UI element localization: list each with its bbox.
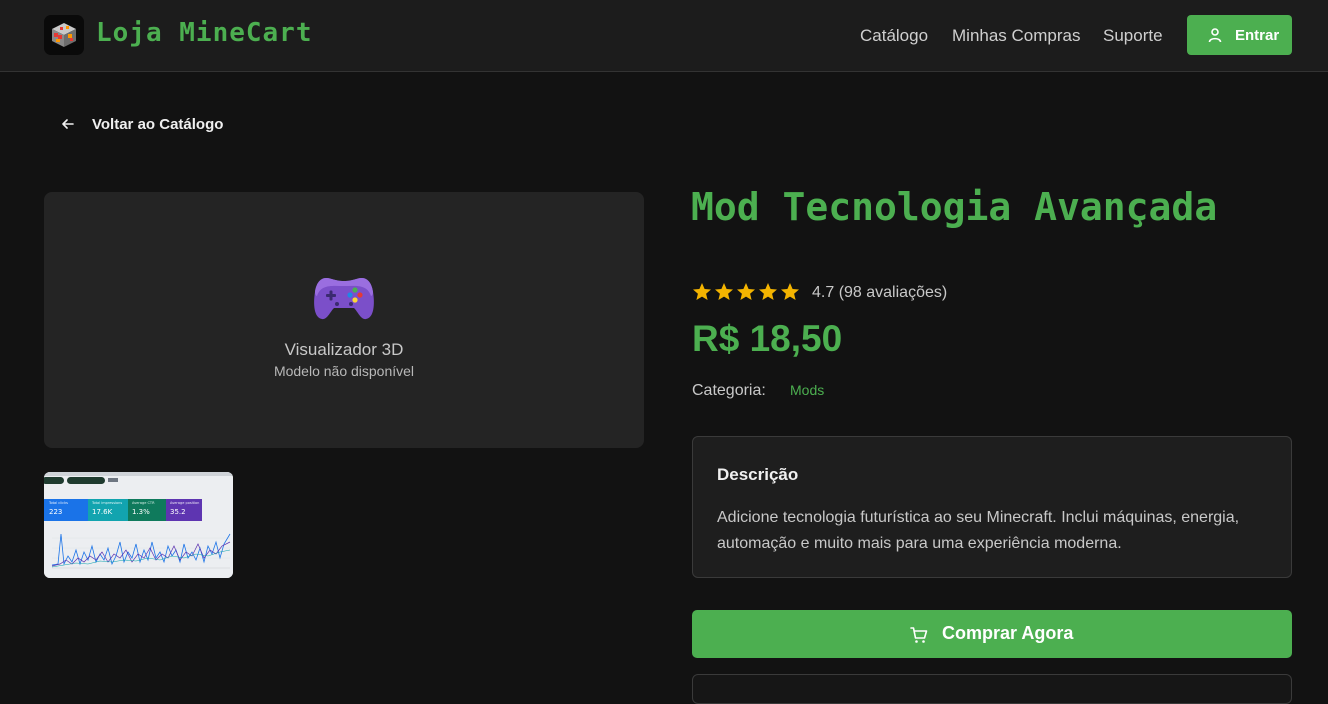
category-label: Categoria: [692,382,766,399]
nav-support[interactable]: Suporte [1103,26,1163,46]
login-button[interactable]: Entrar [1187,15,1292,55]
back-link-label: Voltar ao Catálogo [92,116,224,133]
product-thumbnail[interactable]: Total clicks 223 Total impressions 17.6K… [44,472,233,578]
stat-value: 17.6K [92,508,113,516]
viewer-title: Visualizador 3D [284,340,404,359]
nav-my-purchases[interactable]: Minhas Compras [952,26,1081,46]
logo-text[interactable]: Loja MineCart [96,18,313,48]
description-text: Adicione tecnologia futurística ao seu M… [717,509,1240,552]
nav-catalog[interactable]: Catálogo [860,26,928,46]
arrow-left-icon [62,119,74,129]
star-icon [781,283,799,300]
stat-value: 223 [49,508,62,516]
viewer-subtitle: Modelo não disponível [273,363,415,379]
star-rating [692,282,802,307]
secondary-card [692,674,1292,704]
stat-label: Average CTR [132,501,155,505]
stat-label: Total impressions [91,501,122,505]
stat-label: Total clicks [48,501,68,505]
product-price: R$ 18,50 [692,318,843,359]
stat-value: 35.2 [170,508,186,516]
star-icon [759,283,777,300]
star-icon [715,283,733,300]
star-icon [737,283,755,300]
category-link[interactable]: Mods [790,382,824,398]
buy-now-label: Comprar Agora [942,623,1074,643]
star-icon [693,283,711,300]
gamepad-icon [314,278,374,320]
user-icon [1208,28,1222,43]
top-header: Loja MineCart Catálogo Minhas Compras Su… [0,0,1328,72]
product-title: Mod Tecnologia Avançada [691,185,1218,229]
stat-label: Average position [170,501,199,505]
cart-icon [910,627,928,643]
login-button-label: Entrar [1235,27,1280,44]
logo-icon[interactable] [44,15,84,55]
thumbnail-image: Total clicks 223 Total impressions 17.6K… [44,472,233,578]
buy-now-button[interactable]: Comprar Agora [692,610,1292,658]
description-heading: Descrição [717,465,799,484]
rating-text: 4.7 (98 avaliações) [812,284,948,301]
3d-viewer[interactable]: Visualizador 3D Modelo não disponível [44,192,644,448]
description-card: Descrição Adicione tecnologia futurístic… [692,436,1292,578]
stat-value: 1.3% [132,508,150,516]
